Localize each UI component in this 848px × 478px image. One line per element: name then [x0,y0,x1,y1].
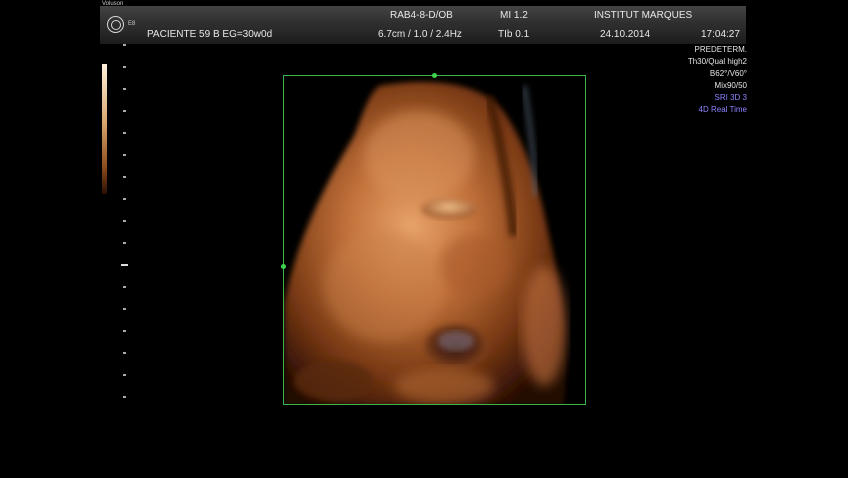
param-preset: PREDETERM. [694,45,747,54]
patient-info: PACIENTE 59 B EG=30w0d [147,29,273,40]
brand-label: Voluson [102,1,124,7]
color-map-scale [102,64,107,194]
depth-tick [123,396,126,398]
tib-value: TIb 0.1 [498,29,530,40]
header-bar: Voluson RAB4-8-D/OB MI 1.2 INSTITUT MARQ… [100,1,746,44]
depth-tick [123,330,126,332]
depth-tick [123,374,126,376]
roi-handle-left[interactable] [281,264,286,269]
depth-tick [123,308,126,310]
depth-tick [123,198,126,200]
param-angles: B62°/V60° [709,69,747,78]
exam-date: 24.10.2014 [600,29,651,40]
roi-handle-top[interactable] [432,73,437,78]
institution-name: INSTITUT MARQUES [594,10,693,21]
render-roi-box[interactable] [283,75,586,405]
depth-scale [121,40,131,400]
exam-time: 17:04:27 [701,29,740,40]
header-row-bottom: PACIENTE 59 B EG=30w0d 6.7cm / 1.0 / 2.4… [100,25,746,44]
depth-tick [123,220,126,222]
depth-tick [123,176,126,178]
mi-value: MI 1.2 [500,10,528,21]
ge-logo-icon [107,16,124,33]
fetal-3d-render [284,76,585,404]
logo-suffix: E8 [128,21,136,27]
depth-tick [123,286,126,288]
param-threshold-quality: Th30/Qual high2 [687,57,747,66]
depth-tick [123,352,126,354]
param-sri: SRI 3D 3 [714,93,747,102]
depth-tick [123,242,126,244]
param-mode: 4D Real Time [698,105,747,114]
depth-tick [121,264,128,266]
header-row-top: Voluson RAB4-8-D/OB MI 1.2 INSTITUT MARQ… [100,1,746,25]
depth-tick [123,44,126,46]
param-mix: Mix90/50 [714,81,747,90]
depth-frequency: 6.7cm / 1.0 / 2.4Hz [378,29,462,40]
depth-tick [123,88,126,90]
depth-tick [123,110,126,112]
depth-tick [123,66,126,68]
probe-label: RAB4-8-D/OB [390,10,453,21]
depth-tick [123,154,126,156]
depth-tick [123,132,126,134]
parameter-panel: PREDETERM. Th30/Qual high2 B62°/V60° Mix… [600,44,747,116]
